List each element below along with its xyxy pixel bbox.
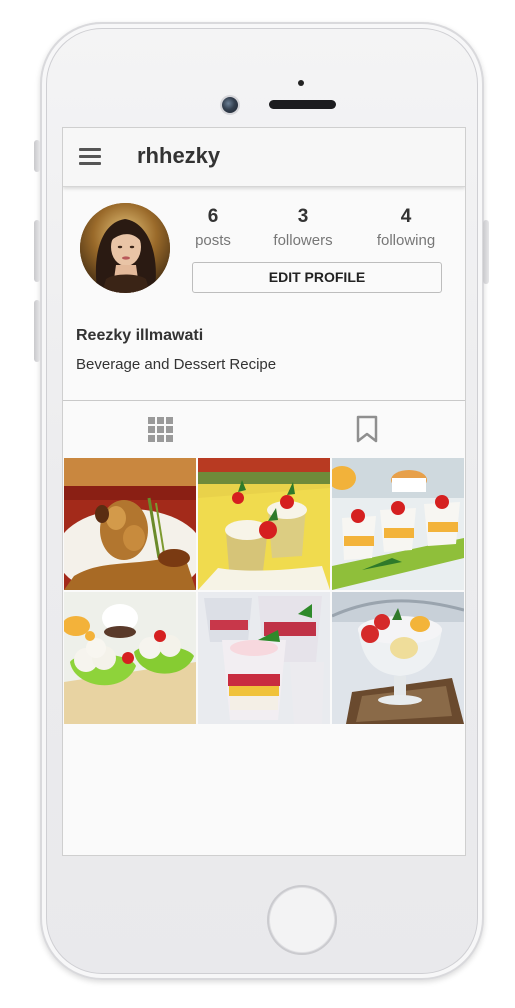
post-image-white-pudding: [332, 458, 464, 590]
mute-switch[interactable]: [34, 140, 40, 172]
tab-saved[interactable]: [264, 401, 465, 457]
post-image-fried-banana: [64, 458, 196, 590]
posts-label: posts: [195, 232, 231, 249]
stat-following[interactable]: 4 following: [361, 206, 451, 252]
power-button[interactable]: [483, 220, 489, 284]
post-image-coconut-pudding: [198, 458, 330, 590]
posts-count: 6: [207, 206, 219, 227]
profile-bio: Beverage and Dessert Recipe: [76, 356, 277, 373]
device-stage: rhhezky 6 posts 3 followers 4 following …: [0, 0, 515, 1008]
home-button[interactable]: [267, 885, 337, 955]
edit-profile-button[interactable]: EDIT PROFILE: [192, 262, 442, 293]
app-header: rhhezky: [63, 128, 465, 187]
post-thumbnail[interactable]: [332, 458, 464, 590]
profile-full-name: Reezky illmawati: [76, 327, 204, 344]
stat-followers[interactable]: 3 followers: [258, 206, 348, 252]
phone-screen: rhhezky 6 posts 3 followers 4 following …: [62, 127, 466, 856]
following-label: following: [376, 232, 436, 249]
earpiece-speaker: [269, 100, 336, 109]
following-count: 4: [400, 206, 412, 227]
avatar[interactable]: [80, 203, 170, 293]
post-thumbnail[interactable]: [64, 458, 196, 590]
grid-icon: [148, 417, 173, 442]
post-image-coconut-ice-cream: [64, 592, 196, 724]
post-thumbnail[interactable]: [64, 592, 196, 724]
volume-up-button[interactable]: [34, 220, 40, 282]
tab-grid[interactable]: [63, 401, 264, 457]
post-thumbnail[interactable]: [198, 592, 330, 724]
bookmark-icon: [356, 415, 378, 443]
front-camera: [222, 97, 238, 113]
post-thumbnail[interactable]: [198, 458, 330, 590]
hamburger-menu-icon[interactable]: [79, 148, 101, 166]
avatar-portrait-icon: [80, 203, 170, 293]
posts-grid: [64, 458, 464, 724]
stat-posts[interactable]: 6 posts: [168, 206, 258, 252]
volume-down-button[interactable]: [34, 300, 40, 362]
post-image-layered-ice: [198, 592, 330, 724]
followers-label: followers: [273, 232, 333, 249]
followers-count: 3: [297, 206, 309, 227]
post-thumbnail[interactable]: [332, 592, 464, 724]
proximity-sensor: [298, 80, 304, 86]
profile-tabs: [63, 400, 465, 457]
profile-username: rhhezky: [137, 143, 221, 168]
post-image-shaved-ice: [332, 592, 464, 724]
